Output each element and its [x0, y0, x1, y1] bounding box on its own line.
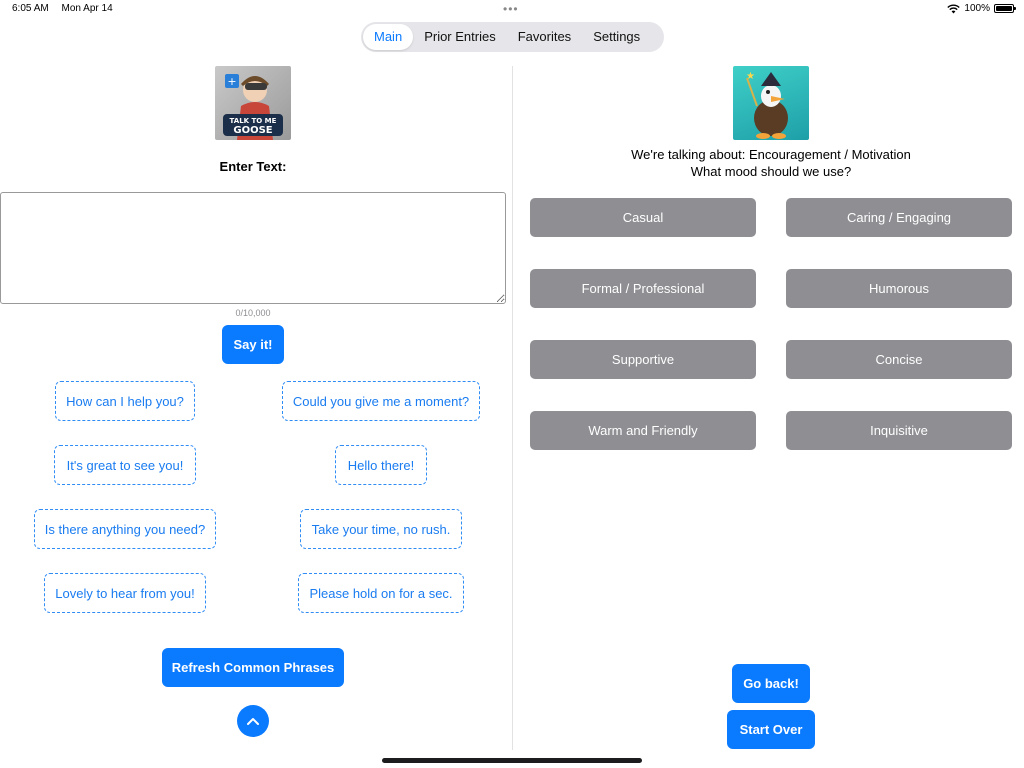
wizard-goose-image: ★	[733, 66, 809, 140]
status-bar-left: 6:05 AM Mon Apr 14	[12, 3, 123, 14]
start-over-button[interactable]: Start Over	[727, 710, 815, 749]
go-back-button[interactable]: Go back!	[732, 664, 810, 703]
tab-favorites[interactable]: Favorites	[507, 24, 582, 50]
mood-button-inquisitive[interactable]: Inquisitive	[786, 411, 1012, 450]
chevron-up-icon	[247, 718, 259, 725]
wifi-icon	[947, 4, 961, 13]
logo-text-goose: GOOSE	[233, 125, 272, 136]
phrase-button[interactable]: Is there anything you need?	[34, 509, 216, 549]
mood-button-warm-friendly[interactable]: Warm and Friendly	[530, 411, 756, 450]
enter-text-label: Enter Text:	[219, 159, 287, 174]
home-indicator[interactable]	[382, 758, 642, 763]
topic-line: We're talking about: Encouragement / Mot…	[631, 147, 911, 162]
mood-question: What mood should we use?	[690, 164, 852, 179]
mood-button-humorous[interactable]: Humorous	[786, 269, 1012, 308]
phrase-button[interactable]: How can I help you?	[55, 381, 195, 421]
svg-text:★: ★	[746, 71, 755, 82]
say-it-button[interactable]: Say it!	[222, 325, 284, 364]
mood-button-casual[interactable]: Casual	[530, 198, 756, 237]
scroll-up-button[interactable]	[237, 705, 269, 737]
phrase-button[interactable]: Could you give me a moment?	[282, 381, 480, 421]
status-date: Mon Apr 14	[61, 3, 113, 14]
phrase-button[interactable]: Take your time, no rush.	[300, 509, 462, 549]
tab-settings[interactable]: Settings	[582, 24, 651, 50]
talk-to-me-goose-logo: + TALK TO ME GOOSE	[215, 66, 291, 140]
phrase-button[interactable]: Lovely to hear from you!	[44, 573, 206, 613]
mood-button-concise[interactable]: Concise	[786, 340, 1012, 379]
phrase-button[interactable]: It's great to see you!	[54, 445, 196, 485]
battery-percent: 100%	[964, 3, 990, 14]
status-time: 6:05 AM	[12, 3, 49, 14]
multitasking-dots-icon[interactable]: •••	[503, 2, 519, 16]
tab-prior-entries[interactable]: Prior Entries	[413, 24, 507, 50]
tab-main[interactable]: Main	[363, 24, 414, 50]
app-screen: 6:05 AM Mon Apr 14 ••• 100% Main Prior E…	[0, 0, 1024, 768]
column-divider	[512, 66, 513, 750]
logo-text-top: TALK TO ME	[230, 117, 277, 125]
character-count: 0/10,000	[235, 308, 271, 318]
refresh-phrases-button[interactable]: Refresh Common Phrases	[162, 648, 344, 687]
mood-button-formal-professional[interactable]: Formal / Professional	[530, 269, 756, 308]
status-bar-right: 100%	[947, 3, 1016, 14]
topic-description: We're talking about: Encouragement / Mot…	[520, 146, 1022, 180]
svg-text:+: +	[227, 75, 236, 88]
mood-button-caring-engaging[interactable]: Caring / Engaging	[786, 198, 1012, 237]
mood-button-supportive[interactable]: Supportive	[530, 340, 756, 379]
text-entry-field[interactable]	[0, 192, 506, 304]
main-tab-bar: Main Prior Entries Favorites Settings	[361, 22, 664, 52]
phrase-button[interactable]: Hello there!	[335, 445, 427, 485]
phrase-button[interactable]: Please hold on for a sec.	[298, 573, 464, 613]
battery-icon	[994, 4, 1016, 13]
